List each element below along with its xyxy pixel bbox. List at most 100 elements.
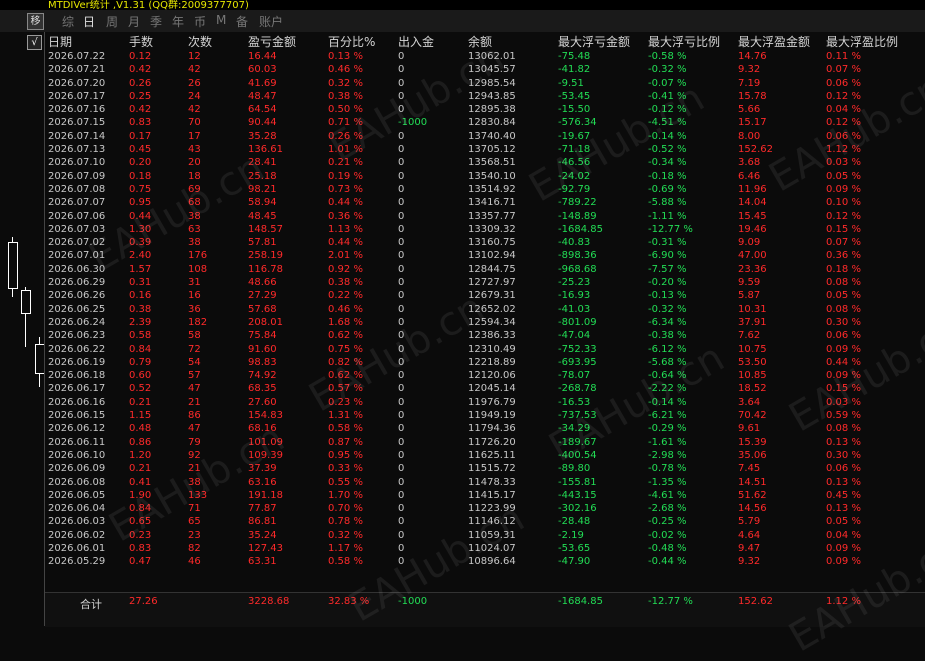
table-row[interactable]: 2026.07.03 1.30 63 148.57 1.13 % 0 13309.32 -16…	[48, 223, 918, 236]
table-cell: 0.30 %	[826, 316, 861, 328]
tab-yearly[interactable]: 年	[172, 13, 184, 30]
col-max-float-profit-pct[interactable]: 最大浮盈比例	[826, 33, 898, 50]
table-cell: 0.75 %	[328, 343, 363, 355]
table-cell: 10.31	[738, 303, 767, 315]
table-cell: 0.36 %	[328, 210, 363, 222]
table-cell: 36	[188, 303, 201, 315]
select-all-checkbox[interactable]: √	[27, 35, 42, 50]
table-row[interactable]: 2026.07.13 0.45 43 136.61 1.01 % 0 13705.12 -71…	[48, 143, 918, 156]
tab-weekly[interactable]: 周	[106, 13, 118, 30]
table-row[interactable]: 2026.06.16 0.21 21 27.60 0.23 % 0 11976.79 -16.…	[48, 396, 918, 409]
table-row[interactable]: 2026.07.21 0.42 42 60.03 0.46 % 0 13045.57 -41.…	[48, 63, 918, 76]
table-cell: 75.84	[248, 330, 277, 342]
table-cell: 16.44	[248, 51, 277, 62]
table-cell: 2026.06.16	[48, 396, 106, 408]
table-cell: -0.41 %	[648, 90, 687, 102]
table-cell: 1.17 %	[328, 542, 363, 554]
table-cell: 0	[398, 356, 405, 368]
col-profit[interactable]: 盈亏金额	[248, 33, 296, 50]
table-cell: 37.91	[738, 316, 767, 328]
table-cell: 0.87 %	[328, 436, 363, 448]
tab-account[interactable]: 账户	[259, 13, 283, 30]
col-lots[interactable]: 手数	[129, 33, 153, 50]
table-row[interactable]: 2026.07.15 0.83 70 90.44 0.71 % -1000 12830.84…	[48, 116, 918, 129]
table-cell: 0.82 %	[328, 356, 363, 368]
table-row[interactable]: 2026.07.08 0.75 69 98.21 0.73 % 0 13514.92 -92.…	[48, 183, 918, 196]
table-row[interactable]: 2026.07.22 0.12 12 16.44 0.13 % 0 13062.01 -75.…	[48, 50, 918, 63]
table-row[interactable]: 2026.07.07 0.95 68 58.94 0.44 % 0 13416.71 -789…	[48, 196, 918, 209]
table-row[interactable]: 2026.06.12 0.48 47 68.16 0.58 % 0 11794.36 -34.…	[48, 422, 918, 435]
table-row[interactable]: 2026.06.09 0.21 21 37.39 0.33 % 0 11515.72 -89.…	[48, 462, 918, 475]
table-cell: 68	[188, 197, 201, 209]
table-row[interactable]: 2026.07.14 0.17 17 35.28 0.26 % 0 13740.40 -19.…	[48, 130, 918, 143]
col-date[interactable]: 日期	[48, 33, 72, 50]
table-cell: 2026.06.18	[48, 370, 106, 382]
table-row[interactable]: 2026.07.20 0.26 26 41.69 0.32 % 0 12985.54 -9.5…	[48, 77, 918, 90]
table-row[interactable]: 2026.06.18 0.60 57 74.92 0.62 % 0 12120.06 -78.…	[48, 369, 918, 382]
table-row[interactable]: 2026.06.17 0.52 47 68.35 0.57 % 0 12045.14 -268…	[48, 382, 918, 395]
table-row[interactable]: 2026.07.09 0.18 18 25.18 0.19 % 0 13540.10 -24.…	[48, 170, 918, 183]
tab-monthly[interactable]: 月	[128, 13, 140, 30]
table-cell: 208.01	[248, 316, 283, 328]
table-cell: 20	[188, 157, 201, 169]
table-cell: 2026.07.02	[48, 237, 106, 249]
table-cell: 11024.07	[468, 542, 516, 554]
table-cell: 2026.06.17	[48, 383, 106, 395]
table-row[interactable]: 2026.06.23 0.58 58 75.84 0.62 % 0 12386.33 -47.…	[48, 329, 918, 342]
tab-quarterly[interactable]: 季	[150, 13, 162, 30]
table-row[interactable]: 2026.07.06 0.44 38 48.45 0.36 % 0 13357.77 -148…	[48, 210, 918, 223]
col-max-float-loss-pct[interactable]: 最大浮亏比例	[648, 33, 720, 50]
table-row[interactable]: 2026.07.10 0.20 20 28.41 0.21 % 0 13568.51 -46.…	[48, 156, 918, 169]
table-cell: 0.26 %	[328, 130, 363, 142]
table-cell: 2026.06.29	[48, 277, 106, 289]
col-max-float-profit[interactable]: 最大浮盈金额	[738, 33, 810, 50]
table-cell: -0.52 %	[648, 144, 687, 156]
col-percent[interactable]: 百分比%	[328, 33, 375, 50]
table-row[interactable]: 2026.05.29 0.47 46 63.31 0.58 % 0 10896.64 -47.…	[48, 555, 918, 568]
table-cell: 14.04	[738, 197, 767, 209]
table-cell: 12120.06	[468, 370, 516, 382]
table-cell: -2.68 %	[648, 503, 687, 515]
table-cell: 0.45	[129, 144, 152, 156]
table-row[interactable]: 2026.06.19 0.79 54 98.83 0.82 % 0 12218.89 -693…	[48, 356, 918, 369]
table-row[interactable]: 2026.06.25 0.38 36 57.68 0.46 % 0 12652.02 -41.…	[48, 303, 918, 316]
table-row[interactable]: 2026.06.10 1.20 92 109.39 0.95 % 0 11625.11 -40…	[48, 449, 918, 462]
table-cell: 15.39	[738, 436, 767, 448]
table-row[interactable]: 2026.06.26 0.16 16 27.29 0.22 % 0 12679.31 -16.…	[48, 289, 918, 302]
table-row[interactable]: 2026.07.01 2.40 176 258.19 2.01 % 0 13102.94 -8…	[48, 249, 918, 262]
tab-currency[interactable]: 币	[194, 13, 206, 30]
table-row[interactable]: 2026.06.15 1.15 86 154.83 1.31 % 0 11949.19 -73…	[48, 409, 918, 422]
table-row[interactable]: 2026.06.08 0.41 38 63.16 0.55 % 0 11478.33 -155…	[48, 476, 918, 489]
table-row[interactable]: 2026.07.17 0.25 24 48.47 0.38 % 0 12943.85 -53.…	[48, 90, 918, 103]
table-cell: -0.18 %	[648, 170, 687, 182]
col-deposit[interactable]: 出入金	[398, 33, 434, 50]
tab-daily[interactable]: 日	[83, 13, 95, 30]
tab-magic[interactable]: M	[216, 13, 226, 27]
table-cell: 0.03 %	[826, 396, 861, 408]
col-max-float-loss[interactable]: 最大浮亏金额	[558, 33, 630, 50]
table-row[interactable]: 2026.06.05 1.90 133 191.18 1.70 % 0 11415.17 -4…	[48, 489, 918, 502]
table-cell: 0.18	[129, 170, 152, 182]
table-row[interactable]: 2026.06.29 0.31 31 48.66 0.38 % 0 12727.97 -25.…	[48, 276, 918, 289]
table-row[interactable]: 2026.06.03 0.65 65 86.81 0.78 % 0 11146.12 -28.…	[48, 515, 918, 528]
table-cell: 0.21 %	[328, 157, 363, 169]
table-row[interactable]: 2026.07.16 0.42 42 64.54 0.50 % 0 12895.38 -15.…	[48, 103, 918, 116]
table-row[interactable]: 2026.06.24 2.39 182 208.01 1.68 % 0 12594.34 -8…	[48, 316, 918, 329]
col-count[interactable]: 次数	[188, 33, 212, 50]
app-logo-icon[interactable]: 移	[27, 13, 44, 30]
tab-summary[interactable]: 综	[62, 13, 74, 30]
col-balance[interactable]: 余额	[468, 33, 492, 50]
table-row[interactable]: 2026.06.22 0.84 72 91.60 0.75 % 0 12310.49 -752…	[48, 343, 918, 356]
table-cell: 0	[398, 449, 405, 461]
table-row[interactable]: 2026.06.30 1.57 108 116.78 0.92 % 0 12844.75 -9…	[48, 263, 918, 276]
table-cell: 2026.06.02	[48, 529, 106, 541]
table-cell: 127.43	[248, 542, 283, 554]
table-row[interactable]: 2026.07.02 0.39 38 57.81 0.44 % 0 13160.75 -40.…	[48, 236, 918, 249]
table-row[interactable]: 2026.06.02 0.23 23 35.24 0.32 % 0 11059.31 -2.1…	[48, 529, 918, 542]
tab-notes[interactable]: 备	[236, 13, 248, 30]
table-row[interactable]: 2026.06.04 0.84 71 77.87 0.70 % 0 11223.99 -302…	[48, 502, 918, 515]
table-cell: 14.76	[738, 51, 767, 62]
table-row[interactable]: 2026.06.11 0.86 79 101.09 0.87 % 0 11726.20 -18…	[48, 436, 918, 449]
table-cell: 0	[398, 423, 405, 435]
table-row[interactable]: 2026.06.01 0.83 82 127.43 1.17 % 0 11024.07 -53…	[48, 542, 918, 555]
